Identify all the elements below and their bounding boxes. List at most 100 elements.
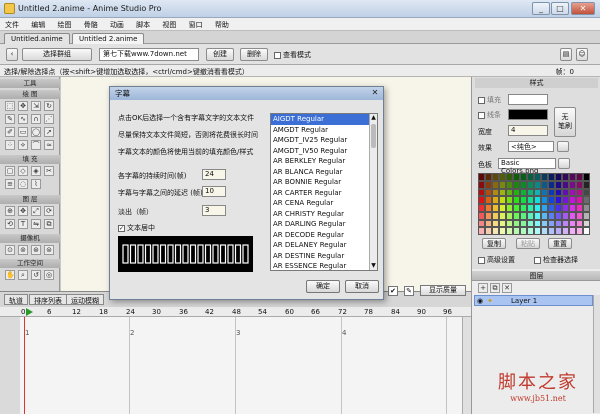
- line-width-icon[interactable]: ≡: [5, 179, 15, 189]
- bend-icon[interactable]: ⌒: [31, 140, 41, 150]
- palette-menu-button[interactable]: [558, 158, 570, 169]
- color-swatch[interactable]: [492, 227, 499, 235]
- color-swatch[interactable]: [499, 188, 506, 197]
- select-points-icon[interactable]: ⬚: [5, 101, 15, 111]
- color-swatch[interactable]: [520, 188, 527, 197]
- color-swatch[interactable]: [499, 211, 506, 220]
- color-swatch[interactable]: [548, 188, 555, 197]
- color-swatch[interactable]: [576, 196, 583, 204]
- reset-button[interactable]: 重置: [548, 238, 572, 249]
- color-swatch[interactable]: [583, 180, 590, 189]
- color-swatch[interactable]: [527, 211, 534, 220]
- color-swatch[interactable]: [513, 211, 520, 220]
- color-swatch[interactable]: [583, 211, 590, 220]
- eye-icon[interactable]: ◉: [477, 297, 483, 305]
- add-point-icon[interactable]: ✎: [5, 114, 15, 124]
- color-swatch[interactable]: [534, 211, 541, 220]
- color-swatch[interactable]: [569, 204, 576, 212]
- color-swatch[interactable]: [513, 204, 520, 212]
- color-swatch[interactable]: [534, 180, 541, 189]
- color-swatch[interactable]: [492, 173, 499, 181]
- group-select-button[interactable]: 选择群组: [22, 48, 92, 61]
- color-swatch[interactable]: [534, 219, 541, 228]
- color-swatch[interactable]: [548, 196, 555, 204]
- color-swatch[interactable]: [513, 173, 520, 181]
- font-item[interactable]: AR BONNIE Regular: [271, 177, 377, 188]
- freehand-icon[interactable]: ✐: [5, 127, 15, 137]
- color-swatch[interactable]: [478, 219, 485, 228]
- set-origin-icon[interactable]: ⊕: [5, 206, 15, 216]
- tab-untitled[interactable]: Untitled.anime: [4, 33, 70, 44]
- color-swatch[interactable]: [527, 219, 534, 228]
- menu-help[interactable]: 帮助: [210, 18, 234, 32]
- color-swatch[interactable]: [478, 196, 485, 204]
- color-swatch[interactable]: [555, 219, 562, 228]
- color-swatch[interactable]: [583, 188, 590, 197]
- color-swatch[interactable]: [576, 180, 583, 189]
- duplicate-layer-icon[interactable]: ⧉: [490, 283, 500, 293]
- color-swatch[interactable]: [569, 188, 576, 197]
- color-swatch[interactable]: [548, 180, 555, 189]
- color-swatch[interactable]: [576, 188, 583, 197]
- delete-button[interactable]: 删除: [240, 48, 268, 61]
- menu-file[interactable]: 文件: [0, 18, 24, 32]
- hide-edge-icon[interactable]: ◌: [18, 179, 28, 189]
- color-swatch[interactable]: [485, 227, 492, 235]
- color-swatch[interactable]: [562, 219, 569, 228]
- noise-icon[interactable]: ≈: [44, 140, 54, 150]
- color-swatch[interactable]: [562, 173, 569, 181]
- color-swatch[interactable]: [541, 204, 548, 212]
- font-item[interactable]: AMGDT_IV50 Regular: [271, 146, 377, 157]
- color-swatch[interactable]: [562, 211, 569, 220]
- color-swatch[interactable]: [478, 173, 485, 181]
- magnet-icon[interactable]: ∩: [31, 114, 41, 124]
- fill-checkbox[interactable]: 填充: [478, 95, 501, 105]
- checkbox-icon[interactable]: [534, 256, 541, 264]
- pen-icon[interactable]: ✎: [404, 286, 414, 296]
- checkbox-icon[interactable]: [478, 96, 485, 104]
- color-swatch[interactable]: [506, 196, 513, 204]
- color-swatch[interactable]: [492, 211, 499, 220]
- rotate-xy-icon[interactable]: ⟲: [5, 219, 15, 229]
- color-swatch[interactable]: [478, 211, 485, 220]
- color-swatch[interactable]: [485, 196, 492, 204]
- font-item[interactable]: AR CHRISTY Regular: [271, 209, 377, 220]
- color-swatch[interactable]: [485, 173, 492, 181]
- zoom-workspace-icon[interactable]: ⌕: [18, 270, 28, 280]
- color-swatch[interactable]: [555, 173, 562, 181]
- timeline-scrollbar[interactable]: [462, 317, 471, 414]
- color-swatch[interactable]: [520, 196, 527, 204]
- color-swatch[interactable]: [499, 173, 506, 181]
- color-swatch[interactable]: [576, 211, 583, 220]
- fade-field[interactable]: 3: [202, 205, 226, 216]
- font-item[interactable]: AR ESSENCE Regular: [271, 261, 377, 270]
- check-select-checkbox[interactable]: 检查器选择: [534, 255, 578, 265]
- color-swatch[interactable]: [492, 196, 499, 204]
- color-swatch[interactable]: [555, 180, 562, 189]
- layer-row[interactable]: ◉ ✦ Layer 1: [474, 295, 593, 306]
- zoom-camera-icon[interactable]: ⊚: [18, 245, 28, 255]
- color-swatch[interactable]: [499, 219, 506, 228]
- color-swatch[interactable]: [499, 196, 506, 204]
- color-swatch[interactable]: [506, 204, 513, 212]
- font-item[interactable]: AIGDT Regular: [271, 114, 377, 125]
- play-head-icon[interactable]: [26, 308, 33, 316]
- perspective-icon[interactable]: ⟡: [18, 140, 28, 150]
- color-swatch[interactable]: [562, 227, 569, 235]
- color-swatch[interactable]: [513, 227, 520, 235]
- cancel-button[interactable]: 取消: [345, 280, 379, 293]
- rotate-workspace-icon[interactable]: ↺: [31, 270, 41, 280]
- color-swatch[interactable]: [569, 180, 576, 189]
- translate-layer-icon[interactable]: ✥: [18, 206, 28, 216]
- color-swatch[interactable]: [527, 180, 534, 189]
- color-swatch[interactable]: [520, 173, 527, 181]
- font-item[interactable]: AMGDT Regular: [271, 125, 377, 136]
- color-swatch[interactable]: [534, 173, 541, 181]
- color-swatch[interactable]: [569, 173, 576, 181]
- scale-layer-icon[interactable]: ⤢: [31, 206, 41, 216]
- color-swatch[interactable]: [541, 173, 548, 181]
- pan-tilt-icon[interactable]: ⊜: [44, 245, 54, 255]
- checkbox-icon[interactable]: [478, 256, 485, 264]
- color-swatch[interactable]: [520, 204, 527, 212]
- color-swatch[interactable]: [541, 211, 548, 220]
